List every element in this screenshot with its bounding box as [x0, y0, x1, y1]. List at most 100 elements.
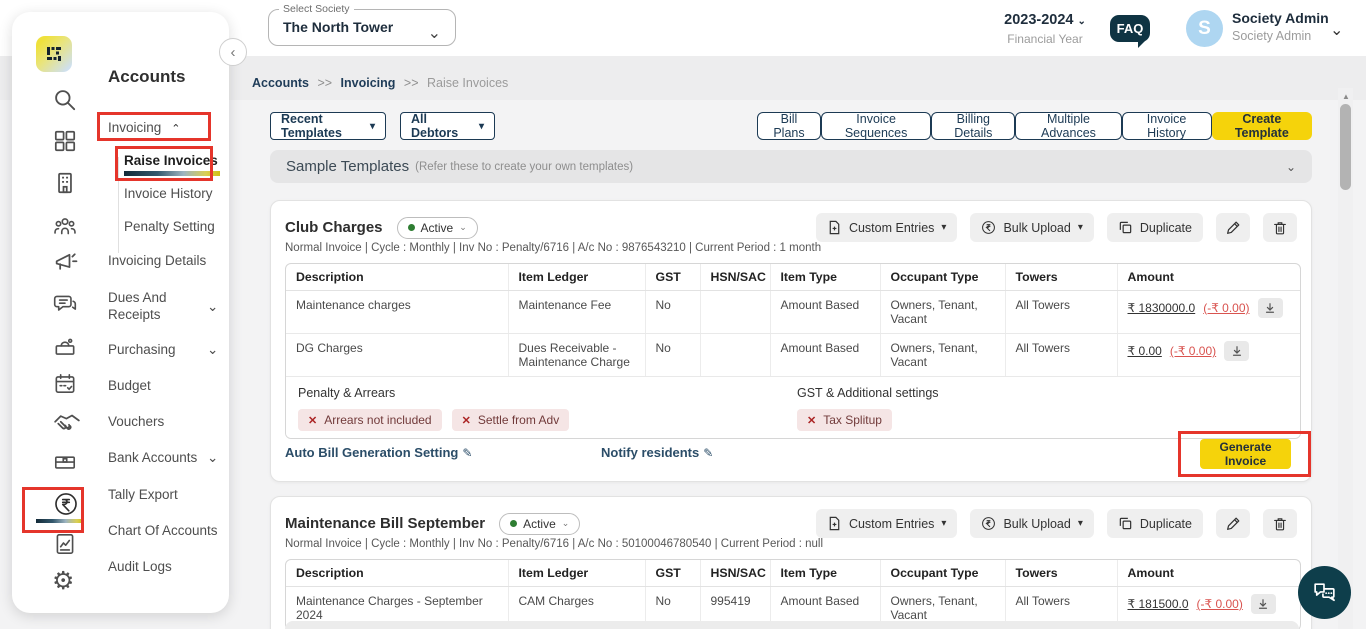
chevron-down-icon: ⌄ — [561, 518, 570, 528]
bulk-upload-button[interactable]: Bulk Upload ▾ — [970, 213, 1094, 242]
custom-entries-button[interactable]: Custom Entries ▾ — [815, 509, 958, 538]
sidebar-item-purchasing[interactable]: Purchasing — [108, 342, 176, 357]
status-badge[interactable]: Active ⌄ — [396, 216, 478, 239]
sidebar-item-invoicing-details[interactable]: Invoicing Details — [108, 253, 206, 268]
cell-gst: No — [645, 333, 701, 377]
col-item-ledger: Item Ledger — [508, 264, 646, 291]
col-hsn-sac: HSN/SAC — [700, 560, 771, 587]
sample-templates-bar[interactable]: Sample Templates (Refer these to create … — [270, 150, 1312, 183]
adjustment-link[interactable]: (-₹ 0.00) — [1203, 301, 1249, 315]
custom-entries-button[interactable]: Custom Entries ▾ — [815, 213, 958, 242]
discussions-icon[interactable] — [52, 291, 78, 317]
amount-link[interactable]: ₹ 181500.0 — [1128, 597, 1189, 611]
all-debtors-dropdown[interactable]: All Debtors ▾ — [400, 112, 495, 140]
sidebar-item-invoicing[interactable]: Invoicing ⌃ — [108, 120, 181, 135]
tag-settle-from-adv: ✕ Settle from Adv — [451, 409, 570, 431]
sidebar-item-audit-logs[interactable]: Audit Logs — [108, 559, 172, 574]
sidebar-item-vouchers[interactable]: Vouchers — [108, 414, 164, 429]
edit-pencil-button[interactable] — [1216, 213, 1250, 242]
col-item-type: Item Type — [770, 264, 881, 291]
download-icon — [1232, 346, 1241, 356]
sidebar-item-tally-export[interactable]: Tally Export — [108, 487, 178, 502]
cell-occupant-type: Owners, Tenant, Vacant — [880, 290, 1006, 334]
table-header-row: Description Item Ledger GST HSN/SAC Item… — [286, 560, 1300, 587]
scrollbar-thumb[interactable] — [1340, 104, 1351, 190]
adjustment-link[interactable]: (-₹ 0.00) — [1197, 597, 1243, 611]
multiple-advances-button[interactable]: Multiple Advances — [1015, 112, 1122, 140]
recent-templates-dropdown[interactable]: Recent Templates ▾ — [270, 112, 386, 140]
edit-pencil-button[interactable] — [1216, 509, 1250, 538]
rupee-circle-icon[interactable] — [52, 490, 78, 516]
active-item-underline — [124, 171, 220, 176]
cash-box-icon[interactable] — [52, 334, 78, 360]
chevron-down-icon: ⌄ — [207, 342, 219, 357]
col-item-type: Item Type — [770, 560, 881, 587]
chevron-down-icon[interactable]: ⌄ — [1286, 160, 1296, 174]
sidebar-item-budget[interactable]: Budget — [108, 378, 151, 393]
invoice-sequences-button[interactable]: Invoice Sequences — [820, 112, 932, 140]
duplicate-button[interactable]: Duplicate — [1106, 509, 1203, 538]
breadcrumb-accounts[interactable]: Accounts — [252, 76, 309, 90]
settings-summary-area: Penalty & Arrears ✕ Arrears not included … — [286, 377, 1300, 438]
chat-support-button[interactable] — [1298, 566, 1351, 619]
sidebar-item-chart-of-accounts[interactable]: Chart Of Accounts — [108, 523, 218, 538]
brand-logo-icon[interactable] — [36, 36, 72, 72]
status-dot-icon — [510, 520, 518, 527]
chevron-up-icon: ⌃ — [171, 123, 181, 135]
society-selector[interactable]: Select Society The North Tower ⌄ — [268, 3, 456, 46]
bulk-upload-button[interactable]: Bulk Upload ▾ — [970, 509, 1094, 538]
delete-trash-button[interactable] — [1263, 213, 1297, 242]
bill-plans-button[interactable]: Bill Plans — [757, 112, 821, 140]
breadcrumb-invoicing[interactable]: Invoicing — [341, 76, 396, 90]
megaphone-icon[interactable] — [52, 249, 78, 275]
report-chart-icon[interactable] — [52, 531, 78, 557]
trash-icon — [1274, 517, 1286, 530]
cell-item-type: Amount Based — [770, 333, 881, 377]
settings-gear-icon[interactable]: ⚙ — [52, 568, 78, 594]
duplicate-button[interactable]: Duplicate — [1106, 213, 1203, 242]
residents-group-icon[interactable] — [52, 214, 78, 240]
download-icon — [1259, 599, 1268, 609]
building-icon[interactable] — [52, 170, 78, 196]
collapsed-section-stub — [285, 621, 1299, 629]
download-button[interactable] — [1224, 341, 1250, 361]
faq-button[interactable]: FAQ — [1110, 15, 1150, 48]
col-description: Description — [286, 264, 509, 291]
search-icon[interactable] — [52, 87, 78, 113]
invoice-history-button[interactable]: Invoice History — [1121, 112, 1212, 140]
caret-down-icon: ▾ — [369, 120, 375, 132]
download-button[interactable] — [1257, 298, 1283, 318]
bank-box-icon[interactable] — [52, 449, 78, 475]
sidebar-item-raise-invoices[interactable]: Raise Invoices — [124, 153, 218, 168]
chevron-down-icon: ⌄ — [427, 25, 441, 42]
sidebar-item-bank-accounts[interactable]: Bank Accounts — [108, 450, 197, 465]
financial-year-selector[interactable]: 2023-2024 ⌄ Financial Year — [990, 12, 1100, 46]
cell-towers: All Towers — [1005, 333, 1118, 377]
scrollbar-up-arrow[interactable]: ▲ — [1342, 92, 1350, 101]
template-items-table: Description Item Ledger GST HSN/SAC Item… — [285, 559, 1301, 629]
sidebar-item-dues-and-receipts[interactable]: Dues And Receipts — [108, 289, 196, 323]
amount-link[interactable]: ₹ 1830000.0 — [1128, 301, 1196, 315]
calendar-check-icon[interactable] — [52, 371, 78, 397]
delete-trash-button[interactable] — [1263, 509, 1297, 538]
handshake-icon[interactable] — [52, 408, 80, 434]
sidebar-item-penalty-setting[interactable]: Penalty Setting — [124, 219, 215, 234]
cell-hsn-sac — [700, 333, 771, 377]
society-selector-value: The North Tower — [283, 19, 394, 35]
adjustment-link[interactable]: (-₹ 0.00) — [1170, 344, 1216, 358]
generate-invoice-button[interactable]: Generate Invoice — [1200, 439, 1291, 469]
user-menu-chevron-icon[interactable]: ⌄ — [1330, 20, 1343, 40]
cross-icon: ✕ — [461, 414, 471, 427]
billing-details-button[interactable]: Billing Details — [931, 112, 1016, 140]
sidebar-item-invoice-history[interactable]: Invoice History — [124, 186, 213, 201]
download-button[interactable] — [1250, 594, 1276, 614]
dashboard-grid-icon[interactable] — [52, 128, 78, 154]
notify-residents-link[interactable]: Notify residents ✎ — [601, 445, 713, 460]
create-template-button[interactable]: Create Template — [1211, 112, 1312, 140]
cell-description: Maintenance charges — [286, 290, 509, 334]
user-avatar[interactable]: S — [1186, 10, 1223, 47]
status-badge[interactable]: Active ⌄ — [499, 512, 581, 535]
amount-link[interactable]: ₹ 0.00 — [1128, 344, 1162, 358]
auto-bill-generation-link[interactable]: Auto Bill Generation Setting ✎ — [285, 445, 472, 460]
sidebar-collapse-button[interactable]: ‹ — [219, 38, 247, 66]
